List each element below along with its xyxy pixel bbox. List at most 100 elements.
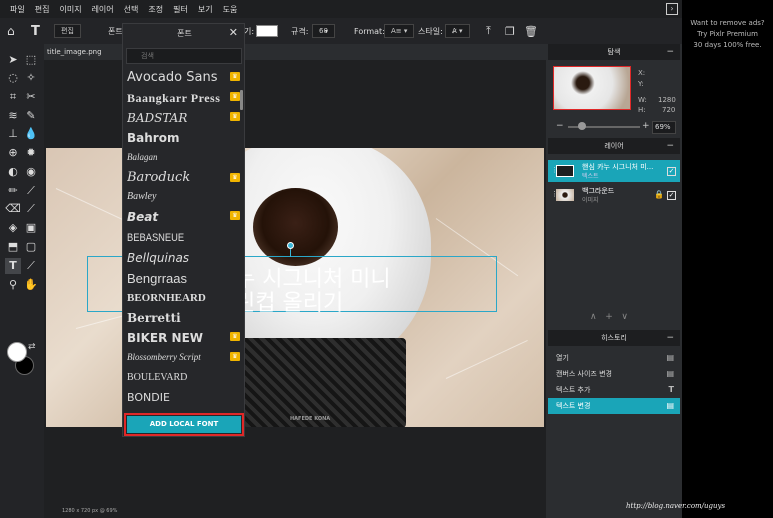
format-select[interactable]: A≡ ▾ [384,24,415,38]
font-item[interactable]: Balagan [127,152,235,172]
add-local-font-button[interactable]: ADD LOCAL FONT [124,413,244,436]
menu-edit[interactable]: 편집 [35,4,50,15]
font-item[interactable]: Baangkarr Press [127,91,235,111]
canvas[interactable]: HAFEDE KONA 누 시그니처 미니 린컵 올리기 [46,148,544,427]
hand-tool-icon[interactable]: ✋ [23,277,39,293]
eyedropper-tool-icon[interactable]: ⟋ [23,258,39,274]
font-item[interactable]: Beat [127,210,235,230]
align-icon[interactable]: ⤒ [486,18,491,44]
eraser-tool-icon[interactable]: ⌫ [5,201,21,217]
font-item[interactable]: Bengrraas [127,271,235,291]
font-item[interactable]: BADSTAR [127,111,235,131]
font-list-scrollbar[interactable] [240,90,243,110]
heal-tool-icon[interactable]: ✎ [23,108,39,124]
scissors-tool-icon[interactable]: ✂ [23,89,39,105]
font-item[interactable]: BIKER NEW [127,331,235,351]
collapse-panel-icon[interactable]: › [666,3,678,15]
font-item[interactable]: BEBASNEUE [127,232,219,252]
font-item[interactable]: Bellquinas [127,251,235,271]
history-title: 히스토리 [601,334,627,342]
font-item[interactable]: BONDIE [127,391,235,410]
rectangle-tool-icon[interactable]: ▢ [23,239,39,255]
type-tool-icon[interactable]: T [5,258,21,274]
navigator-thumbnail[interactable] [553,66,631,110]
font-item[interactable]: Bawley [127,191,235,211]
zoom-out-icon[interactable]: − [556,121,564,131]
minus-icon[interactable]: − [666,330,674,346]
menu-image[interactable]: 이미지 [59,4,81,15]
ad-line-2[interactable]: Try Pixlr Premium [682,29,773,40]
canvas-text-line-2[interactable]: 린컵 올리기 [235,285,343,317]
menu-file[interactable]: 파일 [10,4,25,15]
dodge-tool-icon[interactable]: ◐ [5,164,21,180]
style-select[interactable]: A̷ ▾ [445,24,470,38]
layer-row-text[interactable]: ⋮ 핸심 카누 시그니처 미... 텍스트 ✓ [548,160,680,182]
font-panel: 폰트 ✕ ⚲ Avocado Sans ♛ Baangkarr Press ♛ … [122,23,245,437]
font-item[interactable]: Bahrom [127,131,235,151]
history-item-selected[interactable]: 텍스트 변경 ▤ [548,398,680,414]
shape-tool-icon[interactable]: ⬒ [5,239,21,255]
font-size-select[interactable]: 60 [312,24,335,38]
layer-row-background[interactable]: ⋮ 백그라운드 이미지 🔒 ✓ [548,184,680,206]
lock-icon[interactable]: 🔒 [654,190,664,199]
history-item[interactable]: 캔버스 사이즈 변경 ▤ [548,366,680,382]
move-tool-icon[interactable]: ➤ [5,52,21,68]
menu-adjust[interactable]: 조정 [148,4,163,15]
marquee-tool-icon[interactable]: ⬚ [23,52,39,68]
font-select-label[interactable]: 폰트 [108,18,123,44]
menu-select[interactable]: 선택 [124,4,139,15]
color-replace-tool-icon[interactable]: ⟋ [23,201,39,217]
chevron-up-icon[interactable]: ∧ [590,312,597,322]
visibility-checkbox[interactable]: ✓ [667,191,676,200]
pencil-tool-icon[interactable]: ✏ [5,183,21,199]
zoom-slider-knob[interactable] [578,122,586,130]
menu-view[interactable]: 보기 [198,4,213,15]
menu-layer[interactable]: 레이어 [92,4,114,15]
menu-filter[interactable]: 필터 [173,4,188,15]
swap-colors-icon[interactable]: ⇄ [28,342,36,352]
duplicate-icon[interactable]: ❐ [505,18,515,44]
ad-line-1[interactable]: Want to remove ads? [682,18,773,29]
globe-tool-icon[interactable]: ⊕ [5,145,21,161]
zoom-tool-icon[interactable]: ⚲ [5,277,21,293]
minus-icon[interactable]: − [666,138,674,154]
chevron-down-icon[interactable]: ∨ [621,312,628,322]
sponge-tool-icon[interactable]: ✹ [23,145,39,161]
zoom-input[interactable]: 69% [652,121,676,134]
rotate-handle[interactable] [287,242,294,249]
edit-text-button[interactable]: 편집 [54,24,81,38]
font-search-input[interactable] [126,48,242,64]
close-icon[interactable]: ✕ [229,26,238,39]
burn-tool-icon[interactable]: ◉ [23,164,39,180]
visibility-checkbox[interactable]: ✓ [667,167,676,176]
wand-tool-icon[interactable]: ✧ [23,70,39,86]
lasso-tool-icon[interactable]: ◌ [5,70,21,86]
font-item[interactable]: Blossomberry Script [127,352,235,372]
crop-tool-icon[interactable]: ⌗ [5,89,21,105]
menu-help[interactable]: 도움 [223,4,238,15]
history-item[interactable]: 열기 ▤ [548,350,680,366]
brush-tool-icon[interactable]: ⟋ [23,183,39,199]
font-item[interactable]: Avocado Sans [127,70,235,90]
history-item[interactable]: 텍스트 추가 T [548,382,680,398]
minus-icon[interactable]: − [666,44,674,60]
color-picker-swatch[interactable] [256,25,278,37]
zoom-in-icon[interactable]: + [642,121,650,131]
gradient-tool-icon[interactable]: ▣ [23,220,39,236]
foreground-color-swatch[interactable] [7,342,27,362]
add-layer-icon[interactable]: + [605,312,613,322]
drop-tool-icon[interactable]: 💧 [23,126,39,142]
layer-thumbnail [556,165,574,177]
stamp-tool-icon[interactable]: ⊥ [5,126,21,142]
liquify-tool-icon[interactable]: ≋ [5,108,21,124]
home-icon[interactable]: ⌂ [7,18,15,44]
ad-line-3: 30 days 100% free. [693,41,762,49]
trash-icon[interactable]: 🗑 [524,18,538,44]
font-item[interactable]: Berretti [127,311,235,331]
fill-tool-icon[interactable]: ◈ [5,220,21,236]
font-item[interactable]: BOULEVARD [127,372,235,392]
document-tab[interactable]: title_image.png [44,44,546,60]
font-item[interactable]: Baroduck [127,170,235,190]
layers-header: 레이어 − [548,138,680,154]
font-item[interactable]: BEORNHEARD [127,292,235,312]
